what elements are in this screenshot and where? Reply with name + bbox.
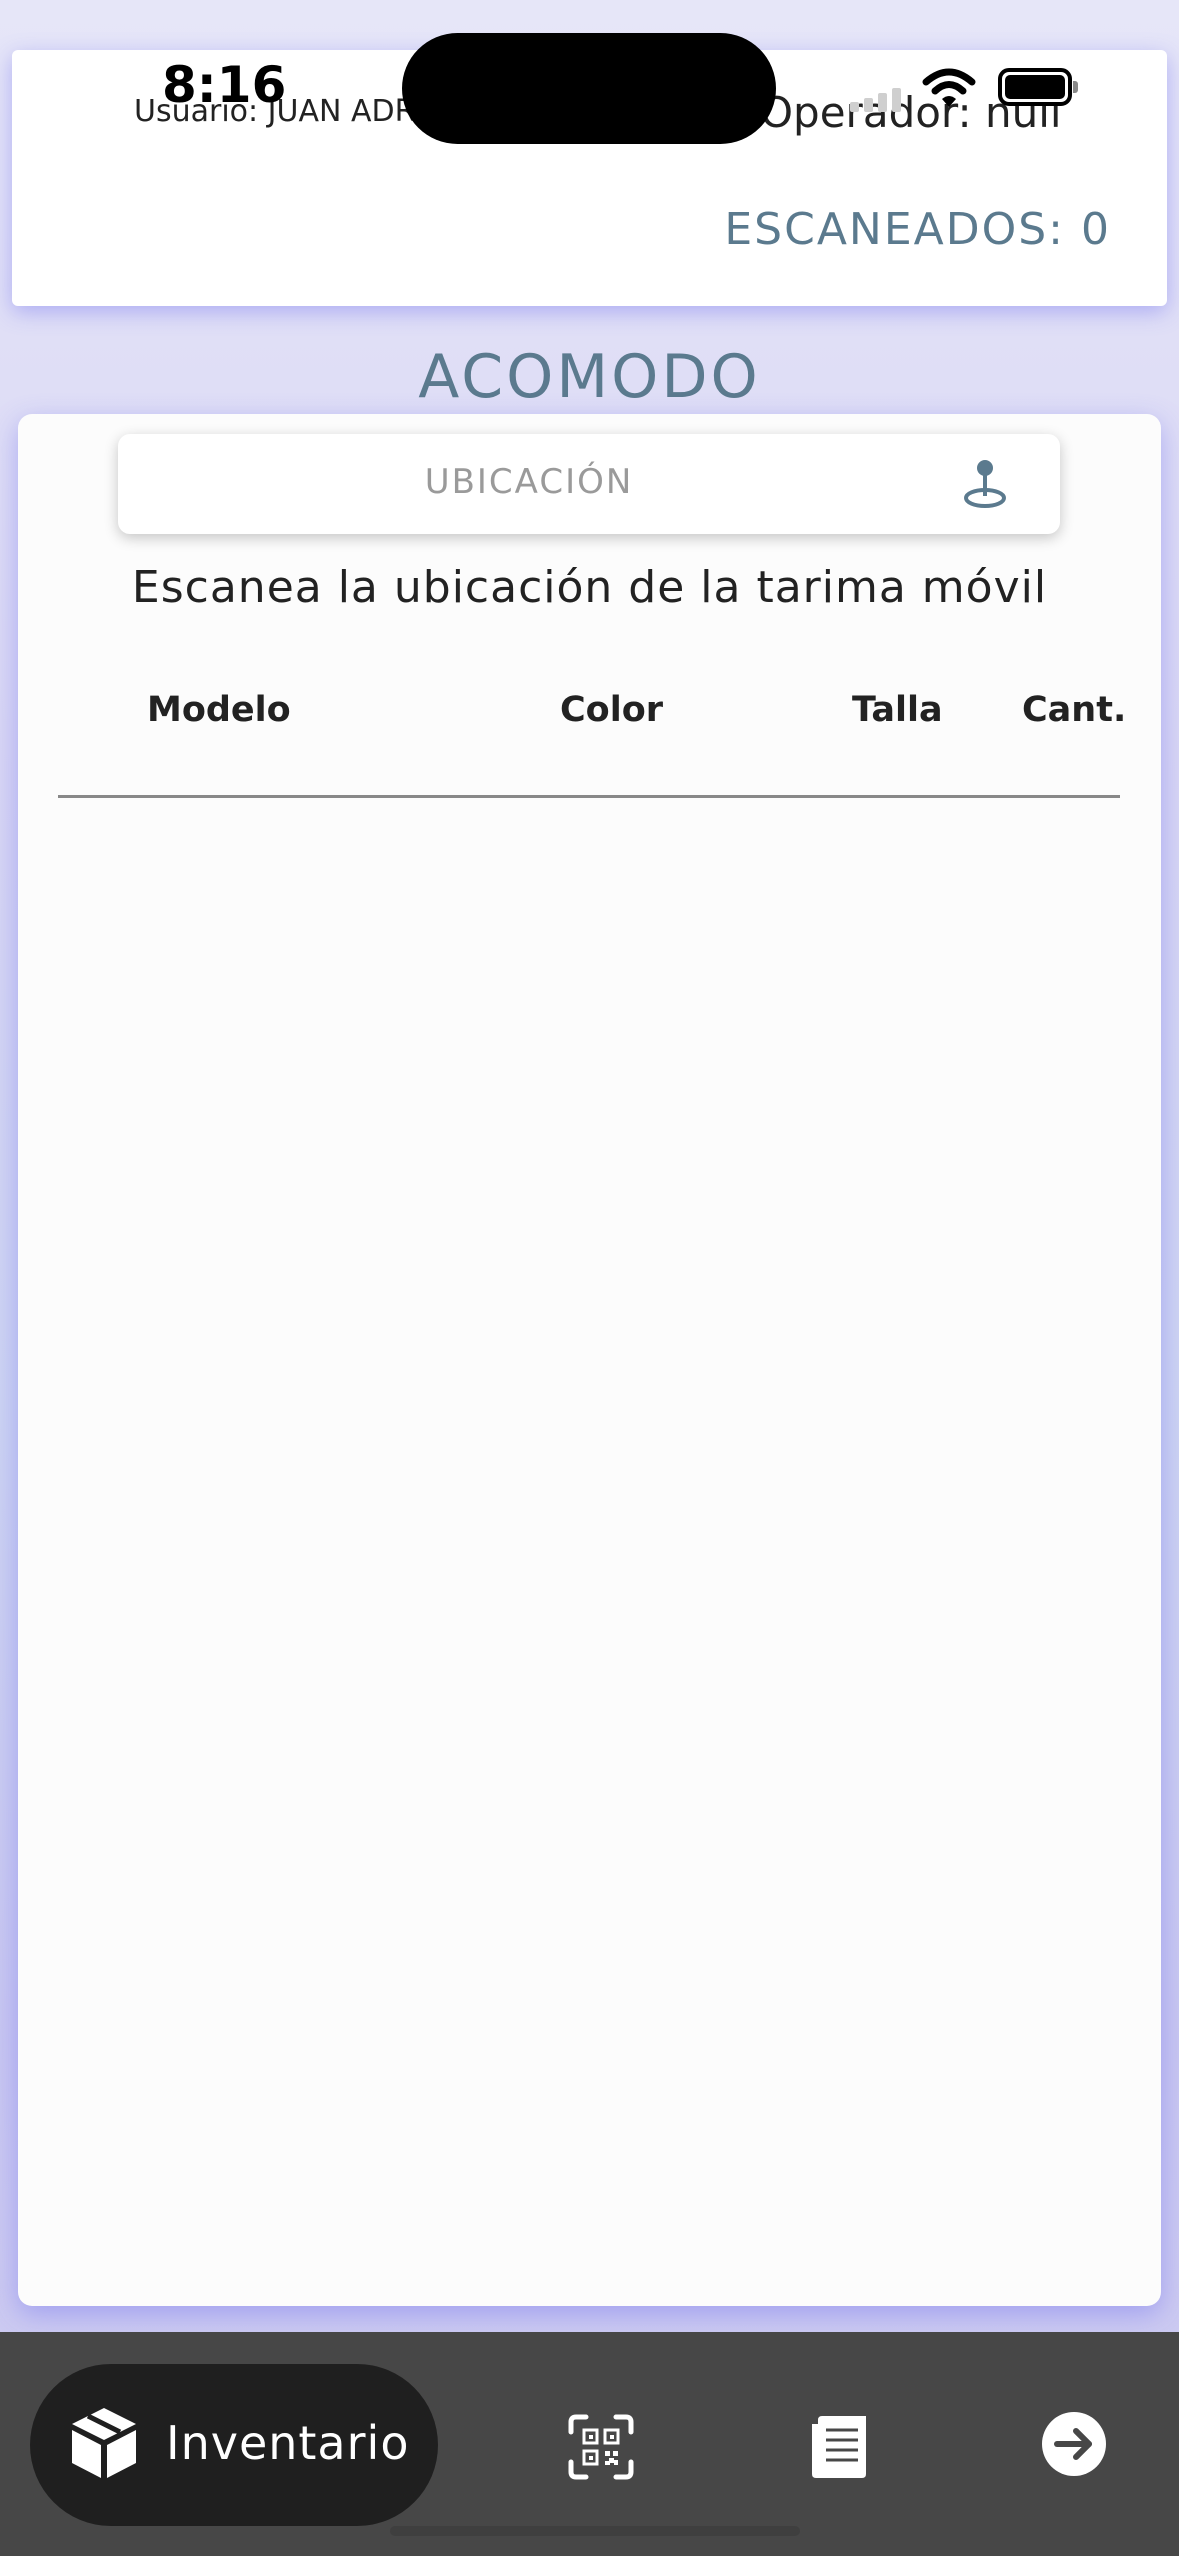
status-time: 8:16 <box>162 56 287 114</box>
dynamic-island <box>402 33 776 144</box>
location-input[interactable]: UBICACIÓN <box>118 434 1060 534</box>
cellular-signal-icon <box>850 86 906 112</box>
table-divider <box>58 795 1120 798</box>
column-header-cantidad: Cant. <box>1022 690 1127 730</box>
scanned-counter: ESCANEADOS: 0 <box>724 204 1111 255</box>
bottom-nav: Inventario <box>0 2332 1179 2556</box>
column-header-talla: Talla <box>852 690 943 730</box>
nav-item-label: Inventario <box>166 2416 410 2470</box>
scan-instruction: Escanea la ubicación de la tarima móvil <box>131 562 1048 613</box>
qr-scan-icon[interactable] <box>568 2414 634 2480</box>
location-pin-icon[interactable] <box>960 458 1010 510</box>
arrow-right-icon[interactable] <box>1040 2410 1108 2478</box>
battery-icon <box>998 68 1078 106</box>
column-header-color: Color <box>560 690 664 730</box>
box-icon <box>72 2408 136 2478</box>
main-card: UBICACIÓN Escanea la ubicación de la tar… <box>18 414 1161 2306</box>
location-placeholder: UBICACIÓN <box>424 462 634 502</box>
nav-item-inventario[interactable]: Inventario <box>30 2364 438 2526</box>
wifi-icon <box>922 68 976 107</box>
document-icon[interactable] <box>808 2412 870 2480</box>
page-title: ACOMODO <box>418 342 761 412</box>
column-header-modelo: Modelo <box>147 690 291 730</box>
home-indicator <box>390 2526 800 2536</box>
